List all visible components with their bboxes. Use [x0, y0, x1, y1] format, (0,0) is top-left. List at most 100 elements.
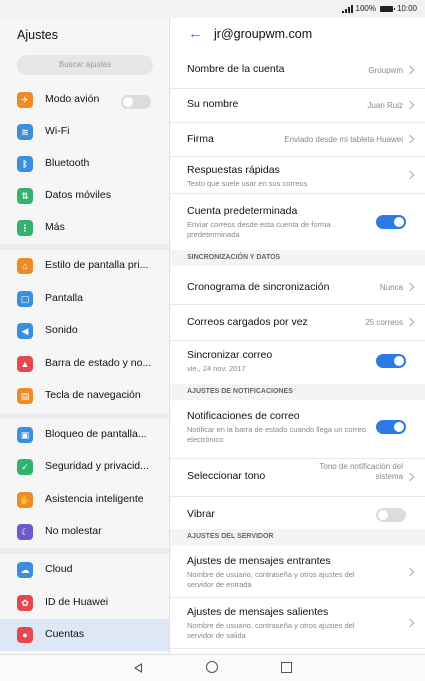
clock: 10:00: [396, 4, 417, 13]
status-bar: 100% 10:00: [0, 0, 425, 18]
cloud-icon: ☁: [17, 562, 33, 578]
row-value: Juan Ruiz: [367, 101, 403, 110]
sidebar-item-security[interactable]: ✓ Seguridad y privacid...: [0, 451, 169, 483]
row-subtitle: Notificar en la barra de estado cuando l…: [187, 425, 366, 444]
mail-notifications-toggle[interactable]: [376, 420, 406, 434]
sidebar-item-label: Datos móviles: [45, 189, 111, 201]
row-title: Nombre de la cuenta: [187, 63, 285, 75]
row-select-tone[interactable]: Seleccionar tono Tono de notificación de…: [170, 458, 425, 497]
section-label: AJUSTES DEL SERVIDOR: [187, 533, 274, 540]
row-sync-mail[interactable]: Sincronizar correo vie., 24 nov. 2017: [170, 340, 425, 382]
wifi-icon: ≋: [17, 124, 33, 140]
home-style-icon: ⌂: [17, 258, 33, 274]
row-title: Seleccionar tono: [187, 470, 266, 482]
lock-icon: ▣: [17, 427, 33, 443]
nav-recent-apps-icon[interactable]: [281, 662, 292, 673]
row-default-account[interactable]: Cuenta predeterminada Enviar correos des…: [170, 193, 425, 241]
nav-home-icon[interactable]: [206, 661, 218, 673]
sidebar-item-label: Wi-Fi: [45, 125, 70, 137]
row-account-name[interactable]: Nombre de la cuenta Groupwm: [170, 52, 425, 89]
account-icon: ●: [17, 627, 33, 643]
row-subtitle: vie., 24 nov. 2017: [187, 364, 246, 373]
row-incoming-settings[interactable]: Ajustes de mensajes entrantes Nombre de …: [170, 547, 425, 598]
status-right: 100% 10:00: [341, 4, 417, 13]
section-label: AJUSTES DE NOTIFICACIONES: [187, 388, 293, 395]
row-title: Cuenta predeterminada: [187, 205, 298, 217]
sidebar-item-navigation-key[interactable]: ▤ Tecla de navegación: [0, 380, 169, 412]
moon-icon: ☾: [17, 524, 33, 540]
sidebar-item-hand[interactable]: ✋ Asistencia inteligente: [0, 484, 169, 516]
sidebar-item-label: Barra de estado y no...: [45, 357, 152, 369]
sidebar-item-label: Pantalla: [45, 292, 83, 304]
section-header-server: AJUSTES DEL SERVIDOR: [170, 529, 425, 545]
sidebar-item-display[interactable]: ▢ Pantalla: [0, 283, 169, 315]
sidebar-item-moon[interactable]: ☾ No molestar: [0, 516, 169, 548]
row-title: Su nombre: [187, 98, 239, 110]
sidebar-item-airplane[interactable]: ✈ Modo avión: [0, 84, 169, 116]
system-navigation-bar: [0, 654, 425, 681]
sidebar-item-label: Tecla de navegación: [45, 389, 141, 401]
sidebar-item-lock[interactable]: ▣ Bloqueo de pantalla...: [0, 419, 169, 451]
chevron-right-icon: [405, 134, 415, 144]
chevron-right-icon: [405, 170, 415, 180]
sidebar-item-mobile-data[interactable]: ⇅ Datos móviles: [0, 180, 169, 212]
sidebar-item-notification[interactable]: ▲ Barra de estado y no...: [0, 348, 169, 380]
more-icon: ⋮: [17, 220, 33, 236]
sidebar-item-bluetooth[interactable]: ᛒ Bluetooth: [0, 148, 169, 180]
sidebar-item-label: Cloud: [45, 563, 73, 575]
sidebar-item-more[interactable]: ⋮ Más: [0, 212, 169, 244]
sidebar-item-label: Más: [45, 221, 65, 233]
row-title: Ajustes de mensajes salientes: [187, 606, 329, 618]
sidebar-item-huawei[interactable]: ✿ ID de Huawei: [0, 587, 169, 619]
row-title: Vibrar: [187, 508, 215, 520]
sidebar-item-sound[interactable]: ◀ Sonido: [0, 315, 169, 347]
search-input[interactable]: Buscar ajustes: [17, 55, 153, 75]
row-quick-replies[interactable]: Respuestas rápidas Texto que suele usar …: [170, 156, 425, 194]
row-value: Tono de notificación del sistema: [319, 462, 403, 481]
settings-sidebar: Ajustes Buscar ajustes ✈ Modo avión ≋ Wi-Fi…: [0, 18, 169, 654]
row-outgoing-settings[interactable]: Ajustes de mensajes salientes Nombre de …: [170, 598, 425, 649]
row-subtitle: Nombre de usuario, contraseña y otros aj…: [187, 570, 355, 589]
notification-icon: ▲: [17, 356, 33, 372]
airplane-mode-toggle[interactable]: [121, 95, 151, 109]
bluetooth-icon: ᛒ: [17, 156, 33, 172]
sync-mail-toggle[interactable]: [376, 354, 406, 368]
chevron-right-icon: [405, 567, 415, 577]
sidebar-item-account[interactable]: ● Cuentas: [0, 619, 169, 651]
sidebar-item-label: Asistencia inteligente: [45, 493, 144, 505]
airplane-icon: ✈: [17, 92, 33, 108]
chevron-right-icon: [405, 317, 415, 327]
row-emails-loaded[interactable]: Correos cargados por vez 25 correos: [170, 304, 425, 341]
row-subtitle: Nombre de usuario, contraseña y otros aj…: [187, 621, 355, 640]
sidebar-item-label: Cuentas: [45, 628, 85, 640]
back-arrow-icon[interactable]: ←: [188, 26, 203, 41]
sidebar-item-home-style[interactable]: ⌂ Estilo de pantalla pri...: [0, 250, 169, 282]
vibrate-toggle[interactable]: [376, 508, 406, 522]
row-signature[interactable]: Firma Enviado desde mi tableta Huawei: [170, 122, 425, 157]
row-sync-schedule[interactable]: Cronograma de sincronización Nunca: [170, 270, 425, 305]
row-title: Respuestas rápidas: [187, 164, 280, 176]
row-title: Ajustes de mensajes entrantes: [187, 555, 331, 567]
sidebar-item-cloud[interactable]: ☁ Cloud: [0, 554, 169, 586]
section-label: SINCRONIZACIÓN Y DATOS: [187, 254, 281, 261]
sidebar-item-wifi[interactable]: ≋ Wi-Fi: [0, 116, 169, 148]
huawei-icon: ✿: [17, 595, 33, 611]
row-title: Correos cargados por vez: [187, 316, 308, 328]
row-title: Notificaciones de correo: [187, 410, 300, 422]
row-your-name[interactable]: Su nombre Juan Ruiz: [170, 88, 425, 123]
nav-back-icon[interactable]: [134, 663, 142, 673]
hand-icon: ✋: [17, 492, 33, 508]
sidebar-item-label: ID de Huawei: [45, 596, 109, 608]
default-account-toggle[interactable]: [376, 215, 406, 229]
signal-icon: [341, 4, 353, 13]
row-title: Cronograma de sincronización: [187, 281, 330, 293]
row-mail-notifications[interactable]: Notificaciones de correo Notificar en la…: [170, 402, 425, 459]
sidebar-title: Ajustes: [17, 28, 58, 42]
row-subtitle: Texto que suele usar en sus correos: [187, 179, 308, 188]
display-icon: ▢: [17, 291, 33, 307]
sound-icon: ◀: [17, 323, 33, 339]
navigation-key-icon: ▤: [17, 388, 33, 404]
sidebar-item-label: Estilo de pantalla pri...: [45, 259, 149, 271]
row-title: Firma: [187, 133, 214, 145]
sidebar-item-label: No molestar: [45, 525, 102, 537]
